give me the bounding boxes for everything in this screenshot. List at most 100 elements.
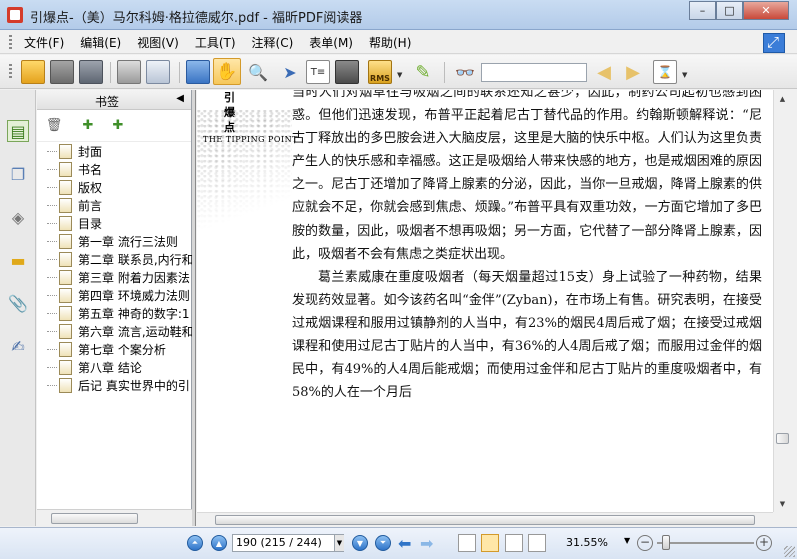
back-arrow-icon[interactable]: ⬅ — [398, 534, 411, 553]
zoom-dropdown-icon[interactable]: ▼ — [624, 536, 630, 545]
horizontal-scrollbar[interactable] — [197, 512, 773, 526]
zoom-out-icon[interactable]: − — [637, 535, 653, 551]
bookmarks-panel: 书签 ◀ 🗑 ✚ ✚ 封面 书名 版权 前言 目录 第一章 流行三法则 第二章 … — [37, 90, 192, 526]
maximize-button[interactable]: □ — [716, 1, 743, 20]
zoom-in-icon[interactable]: + — [756, 535, 772, 551]
forward-arrow-icon[interactable]: ➡ — [420, 534, 433, 553]
find-binoculars-icon[interactable]: 👓 — [452, 60, 478, 84]
bookmarks-panel-icon[interactable]: ▤ — [7, 120, 29, 142]
toolbar-separator — [444, 62, 445, 83]
zoom-slider-thumb[interactable] — [662, 535, 670, 550]
save-as-icon[interactable] — [79, 60, 103, 84]
bookmark-item[interactable]: 第五章 神奇的数字:1 — [37, 304, 192, 322]
bookmark-item[interactable]: 后记 真实世界中的引 — [37, 376, 192, 394]
bookmark-page-icon — [59, 359, 72, 375]
bookmark-page-icon — [59, 323, 72, 339]
menu-grip[interactable] — [9, 35, 12, 49]
scroll-up-icon[interactable]: ▲ — [774, 90, 791, 107]
document-view[interactable]: 引 爆 点 THE TIPPING POINT 当时人们对烟草往与吸烟之间的联系… — [197, 90, 773, 512]
zoom-slider-track[interactable] — [657, 542, 754, 544]
vertical-scroll-thumb[interactable] — [776, 433, 789, 444]
fullscreen-icon[interactable] — [763, 33, 785, 53]
menu-edit[interactable]: 编辑(E) — [80, 34, 121, 51]
toolbar-separator — [110, 62, 111, 83]
decorative-texture — [197, 110, 292, 240]
bookmark-item[interactable]: 第二章 联系员,内行和 — [37, 250, 192, 268]
single-page-view-icon[interactable] — [458, 534, 476, 552]
collapse-panel-icon[interactable]: ◀ — [176, 93, 184, 104]
save-icon[interactable] — [50, 60, 74, 84]
menu-forms[interactable]: 表单(M) — [309, 34, 353, 51]
facing-view-icon[interactable] — [505, 534, 523, 552]
select-pointer-icon[interactable]: ➤ — [278, 60, 302, 84]
page-header-title: 引 爆 点 — [224, 91, 235, 134]
snapshot-camera-icon[interactable] — [335, 60, 359, 84]
layers-panel-icon[interactable]: ◈ — [7, 206, 29, 228]
hand-tool-icon[interactable]: ✋ — [213, 58, 241, 85]
rms-dropdown-icon[interactable]: ▼ — [397, 71, 402, 79]
document-properties-icon[interactable] — [146, 60, 170, 84]
next-page-icon[interactable]: ▼ — [352, 535, 368, 551]
bookmark-item[interactable]: 书名 — [37, 160, 192, 178]
search-options-dropdown-icon[interactable]: ▼ — [682, 71, 687, 79]
print-icon[interactable] — [117, 60, 141, 84]
previous-result-icon[interactable]: ◀ — [592, 60, 616, 84]
toolbar-grip[interactable] — [9, 64, 12, 78]
zoom-select-icon[interactable]: 🔍 — [246, 60, 270, 84]
bookmark-item[interactable]: 第七章 个案分析 — [37, 340, 192, 358]
menu-comments[interactable]: 注释(C) — [252, 34, 294, 51]
continuous-facing-view-icon[interactable] — [528, 534, 546, 552]
zoom-level[interactable]: 31.55% — [566, 536, 608, 549]
horizontal-scroll-thumb[interactable] — [215, 515, 755, 525]
bookmark-item[interactable]: 目录 — [37, 214, 192, 232]
bookmarks-horizontal-scrollbar[interactable] — [37, 509, 192, 526]
last-page-icon[interactable]: ⏷ — [375, 535, 391, 551]
sign-pen-icon[interactable]: ✎ — [411, 60, 435, 84]
menu-view[interactable]: 视图(V) — [137, 34, 179, 51]
page-number-field[interactable]: 190 (215 / 244) — [232, 534, 344, 552]
open-folder-icon[interactable] — [21, 60, 45, 84]
fullscreen-view-icon[interactable] — [186, 60, 210, 84]
comments-panel-icon[interactable]: ▬ — [7, 249, 29, 271]
text-select-icon[interactable]: T≡ — [306, 60, 330, 84]
search-input[interactable] — [481, 63, 587, 82]
previous-page-icon[interactable]: ▲ — [211, 535, 227, 551]
menu-file[interactable]: 文件(F) — [24, 34, 64, 51]
page-header-subtitle: THE TIPPING POINT — [203, 135, 298, 144]
bookmarks-toolbar: 🗑 ✚ ✚ — [37, 110, 191, 142]
close-button[interactable]: ✕ — [743, 1, 789, 20]
bookmarks-scroll-thumb[interactable] — [51, 513, 138, 524]
bookmark-item[interactable]: 封面 — [37, 142, 192, 160]
bookmark-item[interactable]: 第一章 流行三法则 — [37, 232, 192, 250]
body-paragraph: 当时人们对烟草往与吸烟之间的联系还知之甚少，因此，制药公司起初也感到困惑。但他们… — [292, 90, 762, 262]
attachments-paperclip-icon[interactable]: 📎 — [7, 292, 29, 314]
resize-grip[interactable] — [784, 546, 795, 557]
bookmark-item[interactable]: 版权 — [37, 178, 192, 196]
first-page-icon[interactable]: ⏶ — [187, 535, 203, 551]
vertical-scrollbar[interactable]: ▲ ▼ — [773, 90, 790, 512]
signatures-panel-icon[interactable]: ✍ — [7, 335, 29, 357]
bookmark-item[interactable]: 第六章 流言,运动鞋和 — [37, 322, 192, 340]
minimize-button[interactable]: – — [689, 1, 716, 20]
menu-help[interactable]: 帮助(H) — [369, 34, 411, 51]
rms-icon[interactable]: RMS — [368, 60, 392, 84]
navigation-panel-strip: ▤ ❐ ◈ ▬ 📎 ✍ — [0, 90, 36, 526]
scroll-down-icon[interactable]: ▼ — [774, 495, 791, 512]
new-child-bookmark-icon[interactable]: ✚ — [109, 116, 127, 134]
bookmark-item[interactable]: 第四章 环境威力法则 — [37, 286, 192, 304]
bookmark-item[interactable]: 第八章 结论 — [37, 358, 192, 376]
bookmark-item[interactable]: 前言 — [37, 196, 192, 214]
window-title: 引爆点-（美）马尔科姆·格拉德威尔.pdf - 福昕PDF阅读器 — [30, 11, 363, 26]
next-result-icon[interactable]: ▶ — [621, 60, 645, 84]
delete-bookmark-icon[interactable]: 🗑 — [45, 116, 63, 134]
search-options-icon[interactable]: ⌛ — [653, 60, 677, 84]
pages-panel-icon[interactable]: ❐ — [7, 163, 29, 185]
menu-tools[interactable]: 工具(T) — [195, 34, 236, 51]
bookmark-page-icon — [59, 377, 72, 393]
continuous-view-icon[interactable] — [481, 534, 499, 552]
bookmark-item[interactable]: 第三章 附着力因素法 — [37, 268, 192, 286]
new-bookmark-icon[interactable]: ✚ — [79, 116, 97, 134]
panel-splitter[interactable] — [192, 90, 196, 526]
page-dropdown-icon[interactable]: ▼ — [334, 535, 344, 551]
bookmark-page-icon — [59, 341, 72, 357]
